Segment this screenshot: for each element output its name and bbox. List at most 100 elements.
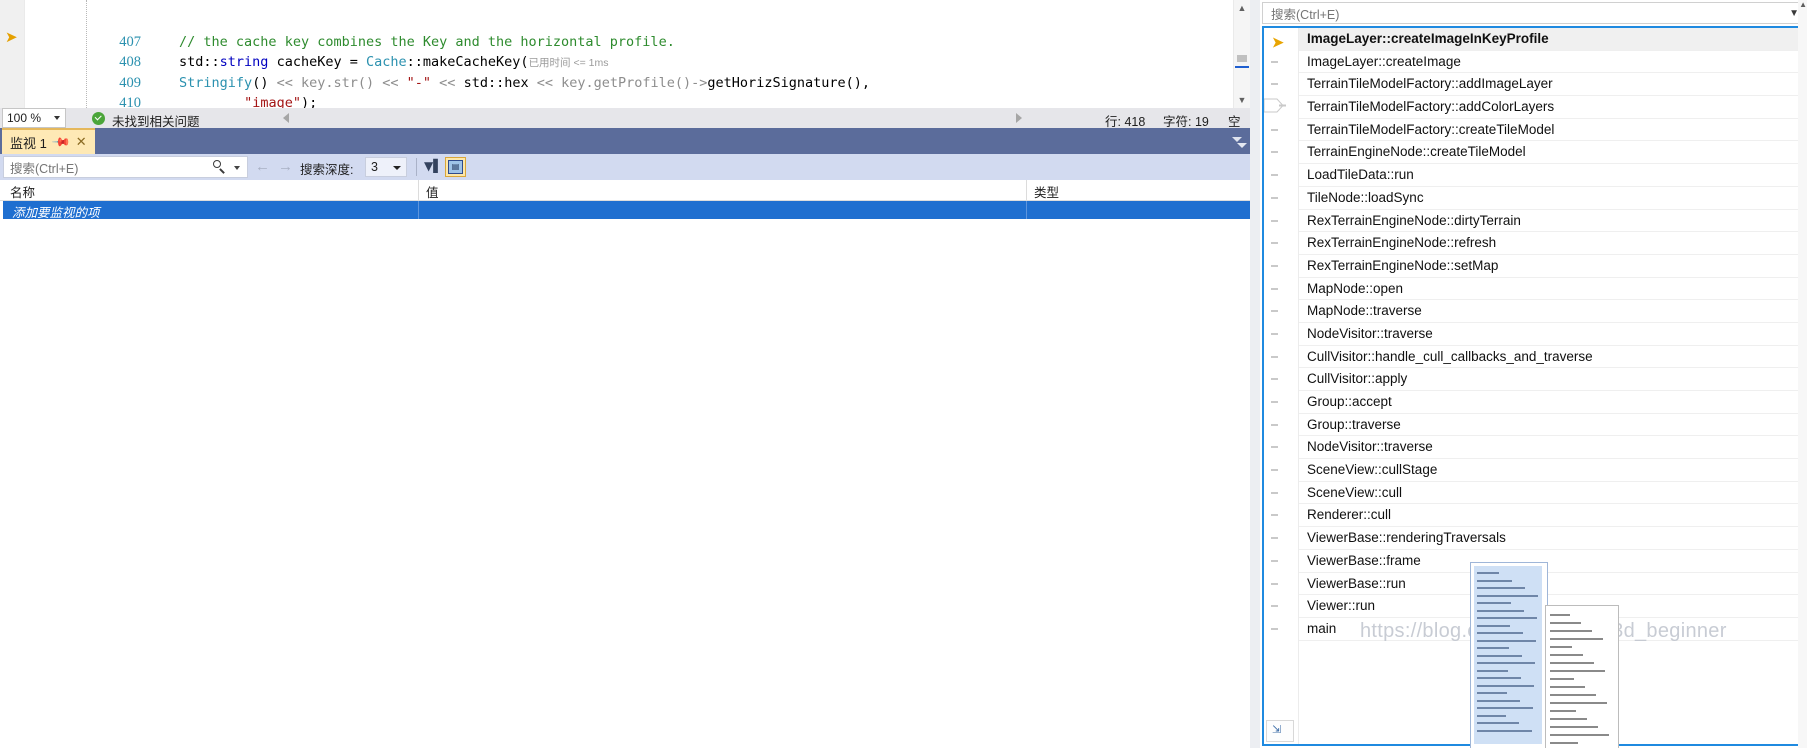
search-input[interactable] (1269, 5, 1713, 24)
column-divider[interactable] (1026, 180, 1027, 200)
call-stack-row[interactable]: SceneView::cullStage (1271, 459, 1803, 482)
call-stack-row[interactable]: TerrainTileModelFactory::createTileModel (1271, 119, 1803, 142)
call-stack-row[interactable]: SceneView::cull (1271, 482, 1803, 505)
call-stack-frame-label: ViewerBase::renderingTraversals (1307, 530, 1506, 546)
call-stack-row[interactable]: RexTerrainEngineNode::refresh (1271, 232, 1803, 255)
thumbnail-text-line (1550, 710, 1576, 712)
thumbnail-text-line (1550, 694, 1596, 696)
frame-callout-icon (1264, 97, 1287, 114)
chevron-down-icon[interactable] (234, 166, 240, 170)
frame-marker-icon (1271, 310, 1278, 313)
thumbnail-text-line (1550, 654, 1583, 656)
call-stack-search-box[interactable]: ▼ (1262, 2, 1805, 24)
thumbnail-text-line (1477, 602, 1511, 604)
scroll-up-icon[interactable]: ▲ (1234, 0, 1250, 16)
hex-display-button[interactable]: ▤ (445, 157, 466, 177)
tab-watch-1[interactable]: 监视 1 📌 ✕ (2, 128, 95, 154)
panel-menu-chevron-icon[interactable] (1237, 143, 1247, 148)
watch-add-row[interactable]: 添加要监视的项 (0, 201, 1250, 221)
call-stack-row[interactable]: TerrainEngineNode::createTileModel (1271, 141, 1803, 165)
frame-marker-icon (1271, 469, 1278, 472)
frame-marker-icon (1271, 128, 1278, 131)
column-divider[interactable] (418, 180, 419, 200)
call-stack-row[interactable]: TileNode::loadSync (1271, 187, 1803, 210)
search-input[interactable] (8, 159, 212, 178)
add-watch-placeholder[interactable]: 添加要监视的项 (12, 202, 100, 221)
call-stack-expand-button[interactable]: ⇲ (1266, 720, 1294, 742)
call-stack-row[interactable]: ViewerBase::renderingTraversals (1271, 527, 1803, 550)
filter-button[interactable]: ▼▌ (421, 157, 442, 177)
call-stack-row-current[interactable]: ➤ ImageLayer::createImageInKeyProfile (1272, 28, 1803, 51)
thumbnail-text-line (1477, 692, 1507, 694)
frame-marker-icon (1271, 287, 1278, 290)
thumbnail-text-line (1477, 729, 1532, 732)
column-header-value[interactable]: 值 (426, 182, 439, 201)
watch-toolbar: ← → 搜索深度: 3 ▼▌ ▤ (0, 154, 1250, 180)
thumbnail-text-line (1477, 624, 1510, 627)
code-editor[interactable]: ➤ 406 407// the cache key combines the K… (0, 0, 1250, 108)
call-stack-row[interactable]: Group::accept (1271, 391, 1803, 414)
call-stack-row[interactable]: TerrainTileModelFactory::addColorLayers (1264, 96, 1803, 119)
call-stack-row[interactable]: ImageLayer::createImage (1271, 51, 1803, 74)
watch-grid[interactable]: 名称 值 类型 添加要监视的项 (0, 180, 1250, 748)
call-stack-frame-label: Viewer::run (1307, 598, 1376, 614)
column-header-name[interactable]: 名称 (10, 182, 35, 201)
call-stack-row[interactable]: Group::traverse (1271, 414, 1803, 437)
editor-breakpoint-gutter[interactable] (0, 0, 25, 108)
call-stack-row[interactable]: MapNode::traverse (1271, 300, 1803, 323)
editor-vertical-scrollbar[interactable]: ▲ ▼ (1233, 0, 1250, 108)
frame-marker-icon (1271, 491, 1278, 494)
panel-splitter[interactable] (1250, 0, 1260, 748)
scrollbar-thumb[interactable] (1237, 55, 1247, 62)
search-icon[interactable] (213, 160, 227, 174)
call-stack-frame-label: TerrainTileModelFactory::addImageLayer (1307, 76, 1553, 92)
call-stack-frame-label: SceneView::cullStage (1307, 462, 1438, 478)
thumbnail-text-line (1550, 630, 1592, 632)
scroll-up-icon[interactable]: ▲ (1799, 0, 1807, 9)
search-depth-label: 搜索深度: (300, 163, 354, 177)
pin-icon[interactable]: 📌 (51, 132, 71, 152)
thumbnail-text-line (1550, 670, 1605, 672)
call-stack-row[interactable]: CullVisitor::apply (1271, 368, 1803, 391)
call-stack-frame-label: Group::accept (1307, 394, 1392, 409)
search-previous-icon[interactable]: ← (255, 158, 270, 175)
call-stack-frame-label: CullVisitor::handle_cull_callbacks_and_t… (1307, 348, 1593, 364)
call-stack-frame-label: Renderer::cull (1307, 507, 1392, 523)
search-next-icon[interactable]: → (278, 158, 293, 175)
code-line: 409 Stringify() << key.str() << "-" << st… (24, 52, 1234, 91)
call-stack-scrollbar[interactable]: ▲ (1798, 0, 1807, 748)
chevron-down-icon[interactable] (1232, 137, 1242, 142)
call-stack-row[interactable]: MapNode::open (1271, 278, 1803, 301)
check-circle-icon (92, 112, 105, 125)
nav-previous-icon[interactable] (283, 113, 289, 123)
thumbnail-text-line (1477, 617, 1537, 619)
thumbnail-text-line (1477, 722, 1519, 724)
call-stack-row[interactable]: ViewerBase::frame (1271, 550, 1803, 573)
call-stack-row[interactable]: NodeVisitor::traverse (1271, 323, 1803, 346)
nav-next-icon[interactable] (1016, 113, 1022, 123)
cell-divider (418, 201, 419, 219)
watch-search-box[interactable] (3, 156, 248, 178)
call-stack-row[interactable]: RexTerrainEngineNode::setMap (1271, 255, 1803, 278)
call-stack-row[interactable]: CullVisitor::handle_cull_callbacks_and_t… (1271, 346, 1803, 369)
visual-studio-debug-window: ➤ 406 407// the cache key combines the K… (0, 0, 1807, 748)
call-stack-row[interactable]: NodeVisitor::traverse (1271, 436, 1803, 460)
call-stack-row[interactable]: RexTerrainEngineNode::dirtyTerrain (1271, 210, 1803, 233)
call-stack-row[interactable]: TerrainTileModelFactory::addImageLayer (1271, 73, 1803, 97)
call-stack-row[interactable]: ViewerBase::run (1271, 573, 1803, 596)
frame-marker-icon (1271, 423, 1278, 426)
search-depth-selector[interactable]: 3 (365, 157, 407, 177)
column-header-type[interactable]: 类型 (1034, 182, 1059, 201)
scroll-down-icon[interactable]: ▼ (1234, 92, 1250, 108)
close-icon[interactable]: ✕ (76, 134, 87, 150)
call-stack-row[interactable]: Renderer::cull (1271, 504, 1803, 528)
zoom-level-selector[interactable]: 100 % (2, 108, 66, 128)
zoom-level-value: 100 % (7, 111, 42, 125)
frame-marker-icon (1271, 196, 1278, 199)
code-text-area[interactable]: 406 407// the cache key combines the Key… (24, 0, 1234, 109)
call-stack-row[interactable]: LoadTileData::run (1271, 164, 1803, 187)
code-line: 407// the cache key combines the Key and… (24, 11, 1234, 50)
frame-marker-icon (1271, 537, 1278, 540)
call-stack-frame-label: MapNode::traverse (1307, 303, 1422, 319)
frame-marker-icon (1271, 401, 1278, 403)
